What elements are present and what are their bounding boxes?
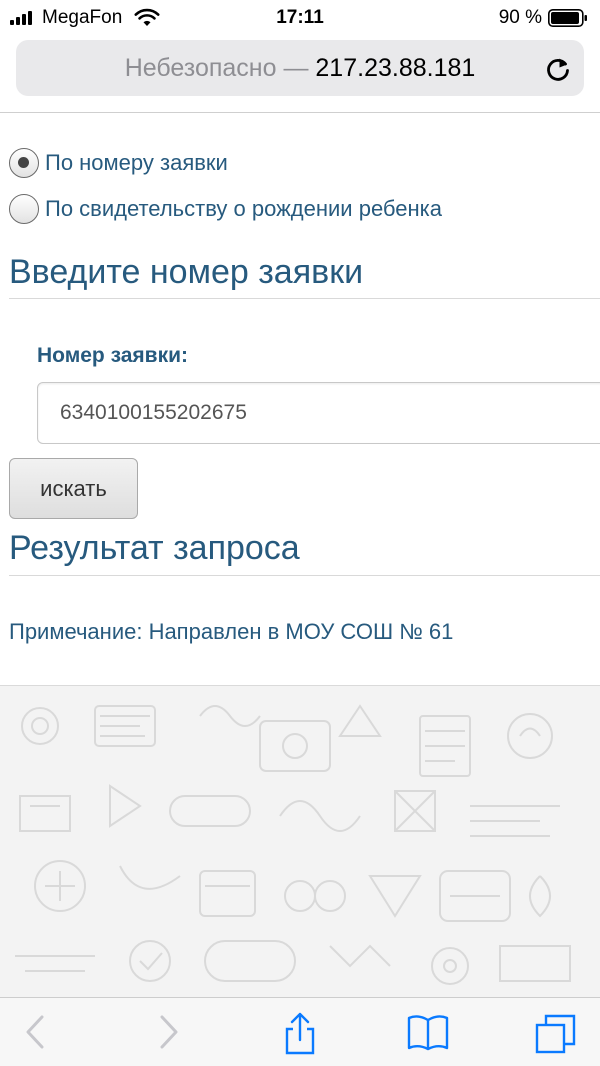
- battery-icon: [548, 9, 587, 27]
- doodle-pattern-image: [15, 704, 571, 985]
- address-host: 217.23.88.181: [315, 54, 476, 82]
- tabs-button[interactable]: [526, 998, 586, 1066]
- radio-by-application-number[interactable]: По номеру заявки: [9, 148, 228, 178]
- address-text[interactable]: Небезопасно — 217.23.88.181: [16, 54, 584, 83]
- result-section-title: Результат запроса: [9, 529, 300, 567]
- divider: [9, 298, 600, 299]
- radio-by-birth-certificate[interactable]: По свидетельству о рождении ребенка: [9, 194, 442, 224]
- back-button[interactable]: [5, 998, 65, 1066]
- result-note: Примечание: Направлен в МОУ СОШ № 61: [9, 619, 454, 644]
- radio-button[interactable]: [9, 194, 39, 224]
- chevron-right-icon: [160, 1015, 178, 1049]
- browser-address-area: Небезопасно — 217.23.88.181: [0, 36, 600, 113]
- bookmarks-button[interactable]: [398, 998, 458, 1066]
- radio-label: По номеру заявки: [45, 150, 228, 175]
- divider: [9, 575, 600, 576]
- application-number-label: Номер заявки:: [37, 344, 189, 367]
- tabs-icon: [535, 1014, 576, 1054]
- reload-icon[interactable]: [544, 55, 572, 83]
- share-icon: [285, 1012, 315, 1055]
- address-bar[interactable]: Небезопасно — 217.23.88.181: [16, 40, 584, 96]
- form-section-title: Введите номер заявки: [9, 253, 364, 291]
- share-button[interactable]: [270, 998, 330, 1066]
- forward-button[interactable]: [139, 998, 199, 1066]
- book-icon: [407, 1015, 449, 1051]
- battery-percent: 90 %: [498, 7, 542, 28]
- doodle-background: [0, 685, 600, 997]
- page-content: По номеру заявки По свидетельству о рожд…: [0, 113, 600, 685]
- radio-button-checked[interactable]: [9, 148, 39, 178]
- application-number-input[interactable]: [37, 382, 600, 444]
- chevron-left-icon: [26, 1015, 44, 1049]
- radio-label: По свидетельству о рождении ребенка: [45, 196, 443, 221]
- search-button[interactable]: искать: [9, 458, 138, 519]
- status-bar: MegaFon 17:11 90 %: [0, 0, 600, 36]
- insecure-label: Небезопасно —: [124, 54, 316, 82]
- browser-toolbar: [0, 997, 600, 1066]
